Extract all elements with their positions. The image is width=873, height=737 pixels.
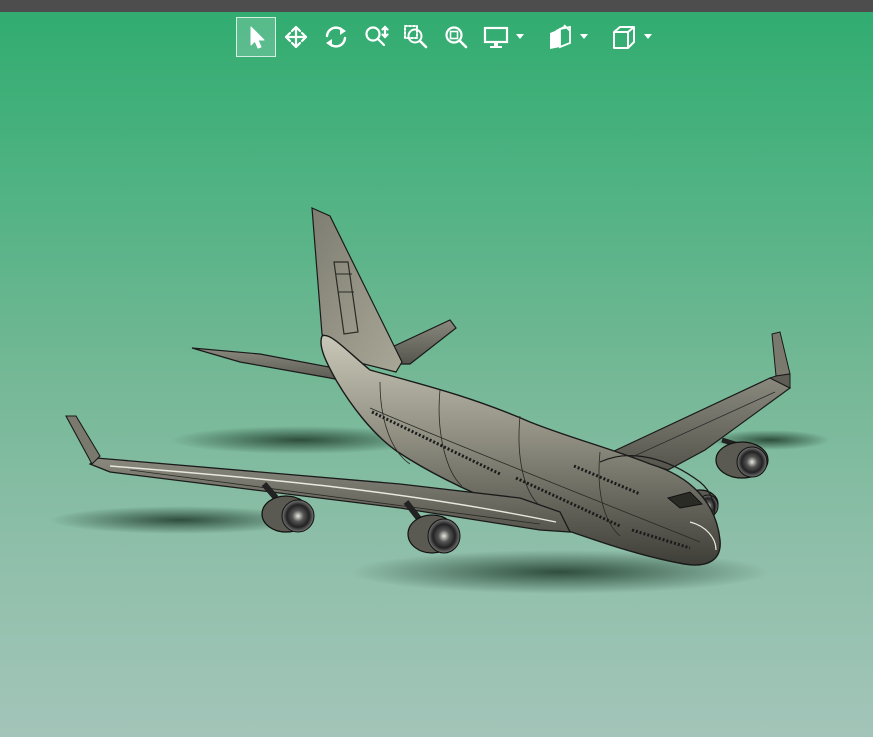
display-style-dropdown[interactable] — [516, 17, 534, 57]
graphics-viewport[interactable] — [0, 12, 873, 737]
pan-tool-button[interactable] — [276, 17, 316, 57]
chevron-down-icon — [644, 34, 652, 39]
move-arrows-icon — [284, 25, 308, 49]
monitor-icon — [483, 26, 509, 48]
section-view-button[interactable] — [540, 17, 580, 57]
zoom-fit-tool-button[interactable] — [436, 17, 476, 57]
airplane-model[interactable] — [0, 12, 873, 737]
rotate-tool-button[interactable] — [316, 17, 356, 57]
section-view-icon — [550, 24, 571, 49]
chevron-down-icon — [580, 34, 588, 39]
display-style-button[interactable] — [476, 17, 516, 57]
zoom-window-icon — [404, 25, 428, 49]
select-tool-button[interactable] — [236, 17, 276, 57]
display-style-group — [476, 17, 540, 57]
view-orientation-button[interactable] — [604, 17, 644, 57]
section-view-group — [540, 17, 604, 57]
window-title-bar — [0, 0, 873, 12]
rotate-icon — [325, 26, 347, 48]
zoom-updown-icon — [365, 25, 389, 47]
zoom-tool-button[interactable] — [356, 17, 396, 57]
cube-icon — [613, 26, 635, 49]
zoom-fit-icon — [445, 26, 468, 49]
cursor-arrow-icon — [250, 26, 265, 49]
view-orientation-dropdown[interactable] — [644, 17, 662, 57]
chevron-down-icon — [516, 34, 524, 39]
section-view-dropdown[interactable] — [580, 17, 598, 57]
view-orientation-group — [604, 17, 668, 57]
heads-up-view-toolbar — [236, 17, 668, 57]
zoom-window-tool-button[interactable] — [396, 17, 436, 57]
